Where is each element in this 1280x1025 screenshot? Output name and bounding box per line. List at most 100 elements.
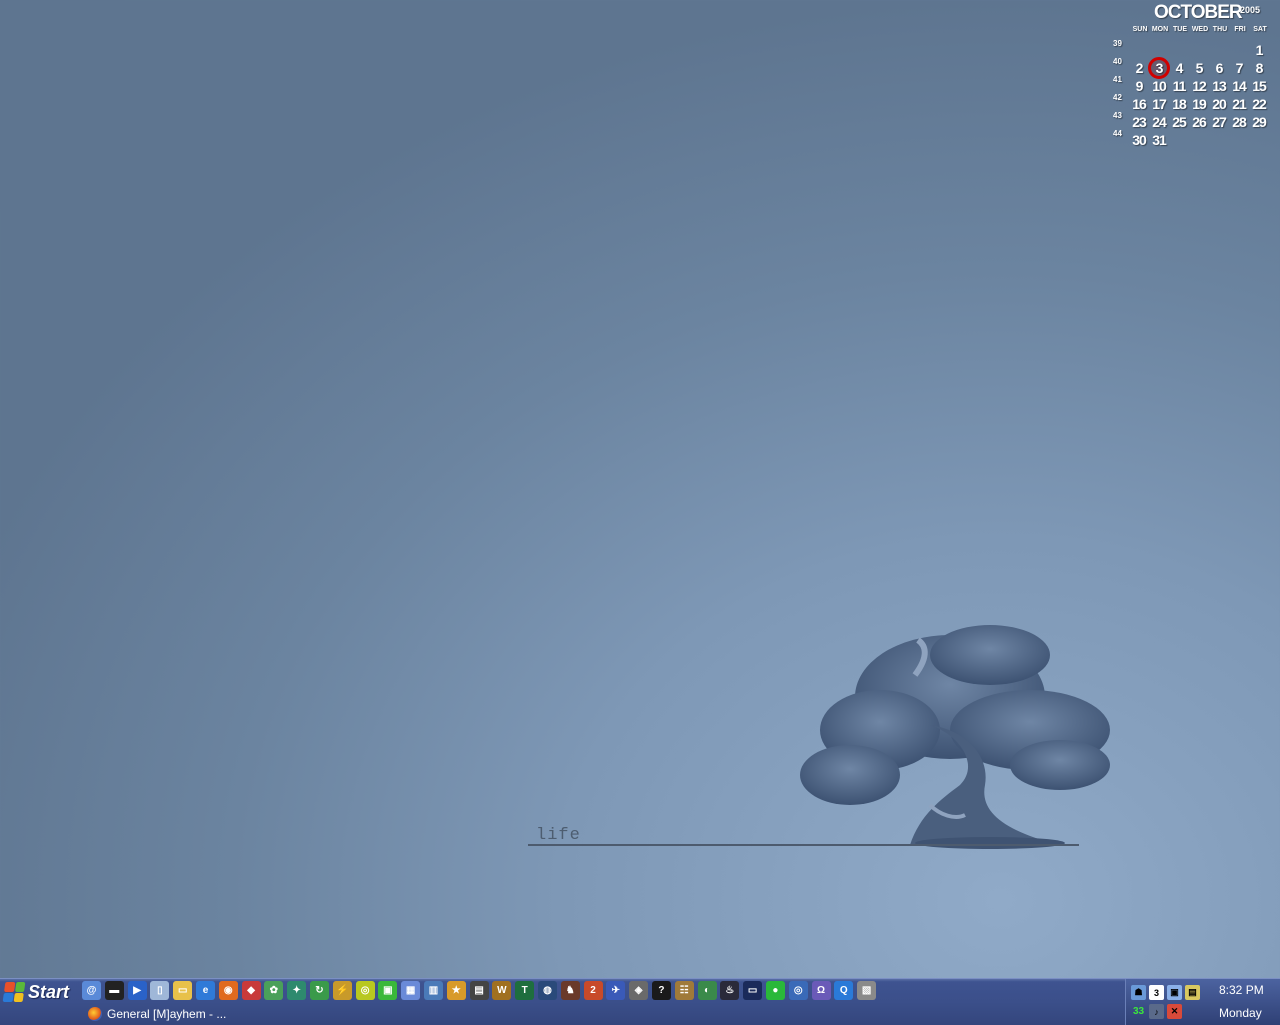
calendar-day: 18 — [1172, 96, 1187, 112]
calendar-day: 27 — [1212, 114, 1227, 130]
calendar-week-number: 42 — [1113, 93, 1122, 102]
calendar-week-number: 39 — [1113, 39, 1122, 48]
quick-launch-help-icon[interactable]: ? — [651, 981, 671, 1000]
quick-launch-headphones-icon[interactable]: Ω — [811, 981, 831, 1000]
calendar-day: 30 — [1132, 132, 1147, 148]
quick-launch-game-icon[interactable]: ♞ — [560, 981, 580, 1000]
calendar-day: 1 — [1255, 42, 1264, 58]
network-people-icon[interactable]: ☗ — [1131, 985, 1146, 1000]
virtual-desktop-icon[interactable]: 3 — [1149, 985, 1164, 1000]
quick-launch-steam-icon[interactable]: ♨ — [720, 981, 740, 1000]
calendar-dow-fri: FRI — [1234, 26, 1246, 33]
quick-launch-green-orb-icon[interactable]: ● — [765, 981, 785, 1000]
quick-launch-firefox-icon[interactable]: ◉ — [218, 981, 238, 1000]
calendar-day: 13 — [1212, 78, 1227, 94]
wallpaper-ground-line — [528, 844, 1079, 846]
tray-clock-time[interactable]: 8:32 PM — [1219, 983, 1264, 997]
calendar-day: 9 — [1135, 78, 1144, 94]
calendar-month: OCTOBER — [1154, 2, 1243, 23]
calendar-today: 3 — [1148, 57, 1170, 79]
firefox-icon — [88, 1007, 102, 1021]
quick-launch-msn-icon[interactable]: ✿ — [264, 981, 284, 1000]
calendar-day: 17 — [1152, 96, 1167, 112]
quick-launch-messenger-icon[interactable]: @ — [82, 981, 101, 1000]
quick-launch-warcraft-icon[interactable]: W — [492, 981, 512, 1000]
quick-launch-refresh-icon[interactable]: ↻ — [309, 981, 329, 1000]
monitor-icon[interactable]: ▣ — [1167, 985, 1182, 1000]
calendar-dow-sun: SUN — [1132, 26, 1148, 33]
taskbar: Start @ ▬ ▶ ▯ ▭ e ◉ ◆ ✿ ✦ ↻ ⚡ ◎ ▣ ▦ ▥ ★ ▤ W T ◍ ♞ 2 ✈ ◈? ☷ ◐ ♨ ▭ ● ◎ Ω Q… — [0, 978, 1280, 1025]
calendar-week-row: 41 9 10 11 12 13 14 15 — [1108, 75, 1280, 96]
windows-logo-icon — [2, 982, 26, 1002]
quick-launch-cube-icon[interactable]: ◈ — [629, 981, 649, 1000]
tray-clock-day: Monday — [1219, 1006, 1262, 1020]
calendar-day: 20 — [1212, 96, 1227, 112]
wallpaper-caption: life — [536, 826, 581, 845]
quick-launch-toolbar: @ ▬ ▶ ▯ ▭ e ◉ ◆ ✿ ✦ ↻ ⚡ ◎ ▣ ▦ ▥ ★ ▤ W T ◍ ♞ 2 ✈ ◈? ☷ ◐ ♨ ▭ ● ◎ Ω Q ▧ — [82, 981, 880, 1003]
calendar-dow-sat: SAT — [1253, 26, 1267, 33]
quick-launch-green-app-icon[interactable]: ▣ — [378, 981, 398, 1000]
quick-launch-compass-icon[interactable]: ✈ — [606, 981, 626, 1000]
quick-launch-search-icon[interactable]: Q — [834, 981, 854, 1000]
quick-launch-network-icon[interactable]: ✦ — [287, 981, 307, 1000]
quick-launch-two-icon[interactable]: 2 — [583, 981, 603, 1000]
quick-launch-photo-icon[interactable]: ▥ — [423, 981, 443, 1000]
quick-launch-green-circle-icon[interactable]: T — [515, 981, 535, 1000]
quick-launch-clapper-icon[interactable]: ▧ — [857, 981, 877, 1000]
quick-launch-winamp-icon[interactable]: ⚡ — [332, 981, 352, 1000]
quick-launch-recycle-bin-icon[interactable]: ▯ — [150, 981, 170, 1000]
tray-green-counter[interactable]: 33 — [1131, 1004, 1146, 1019]
calendar-week-number: 43 — [1113, 111, 1122, 120]
quick-launch-yellow-app-icon[interactable]: ◎ — [355, 981, 375, 1000]
calendar-day: 14 — [1232, 78, 1247, 94]
calendar-week-row: 43 23 24 25 26 27 28 29 — [1108, 111, 1280, 132]
quick-launch-console-icon[interactable]: ▭ — [743, 981, 763, 1000]
system-tray: ☗ 3 ▣ ▤ 33 ♪ ✕ 8:32 PM Monday — [1125, 979, 1280, 1025]
calendar-day: 25 — [1172, 114, 1187, 130]
quick-launch-crowd-icon[interactable]: ☷ — [674, 981, 694, 1000]
calendar-dow-tue: TUE — [1173, 26, 1187, 33]
calendar-year: 2005 — [1240, 5, 1261, 15]
quick-launch-network-globe-icon[interactable]: ◎ — [788, 981, 808, 1000]
calendar-week-number: 40 — [1113, 57, 1122, 66]
quick-launch-folder-icon[interactable]: ▭ — [173, 981, 193, 1000]
calendar-day: 21 — [1232, 96, 1247, 112]
calendar-week-row: 42 16 17 18 19 20 21 22 — [1108, 93, 1280, 114]
calendar-week-row: 39 1 — [1108, 39, 1280, 60]
calendar-dow-thu: THU — [1212, 26, 1228, 33]
virtual-desktop-number: 3 — [1153, 987, 1159, 998]
calendar-widget: OCTOBER 2005 SUN MON TUE WED THU FRI SAT 39 1 40… — [1108, 0, 1280, 160]
quick-launch-internet-explorer-icon[interactable]: e — [195, 981, 215, 1000]
quick-launch-media-player-icon[interactable]: ▶ — [127, 981, 147, 1000]
calendar-week-number: 41 — [1113, 75, 1122, 84]
quick-launch-earth-icon[interactable]: ◐ — [697, 981, 717, 1000]
security-icon[interactable]: ✕ — [1167, 1004, 1182, 1019]
quick-launch-runner-icon[interactable]: ★ — [446, 981, 466, 1000]
calendar-week-row: 44 30 31 — [1108, 129, 1280, 150]
calendar-day: 2 — [1135, 60, 1144, 76]
calendar-day: 15 — [1252, 78, 1267, 94]
calendar-day: 11 — [1172, 78, 1187, 94]
calendar-day: 5 — [1195, 60, 1204, 76]
quick-launch-meter-icon[interactable]: ▬ — [104, 981, 124, 1000]
speaker-icon[interactable]: ♪ — [1149, 1004, 1164, 1019]
calendar-day: 8 — [1255, 60, 1264, 76]
calendar-week-row: 40 2 3 4 5 6 7 8 — [1108, 57, 1280, 79]
calendar-day: 26 — [1192, 114, 1207, 130]
quick-launch-globe-icon[interactable]: ◍ — [537, 981, 557, 1000]
start-button[interactable]: Start — [0, 979, 82, 1005]
display-settings-icon[interactable]: ▤ — [1185, 985, 1200, 1000]
calendar-day: 19 — [1192, 96, 1207, 112]
calendar-dow-mon: MON — [1151, 26, 1169, 33]
calendar-day: 31 — [1152, 132, 1167, 148]
quick-launch-image-icon[interactable]: ▦ — [401, 981, 421, 1000]
quick-launch-window-icon[interactable]: ▤ — [469, 981, 489, 1000]
taskbar-window-button[interactable]: General [M]ayhem - ... — [88, 1004, 328, 1024]
calendar-day: 16 — [1132, 96, 1147, 112]
bonsai-tree-icon — [800, 625, 1110, 849]
calendar-day: 7 — [1235, 60, 1244, 76]
quick-launch-shield-icon[interactable]: ◆ — [241, 981, 261, 1000]
calendar-day: 12 — [1192, 78, 1207, 94]
calendar-day: 22 — [1252, 96, 1267, 112]
calendar-day: 24 — [1152, 114, 1167, 130]
